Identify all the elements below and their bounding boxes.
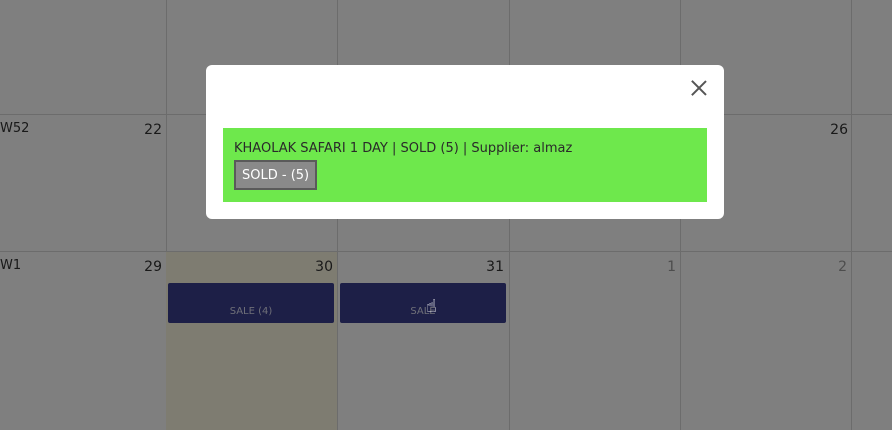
booking-panel: KHAOLAK SAFARI 1 DAY | SOLD (5) | Suppli… bbox=[223, 128, 707, 202]
booking-summary: KHAOLAK SAFARI 1 DAY | SOLD (5) | Suppli… bbox=[234, 141, 573, 156]
hand-pointer-icon: ☝ bbox=[426, 296, 437, 317]
sold-status-button[interactable]: SOLD - (5) bbox=[234, 160, 318, 190]
close-icon[interactable] bbox=[688, 77, 710, 99]
booking-modal: KHAOLAK SAFARI 1 DAY | SOLD (5) | Suppli… bbox=[206, 65, 724, 219]
